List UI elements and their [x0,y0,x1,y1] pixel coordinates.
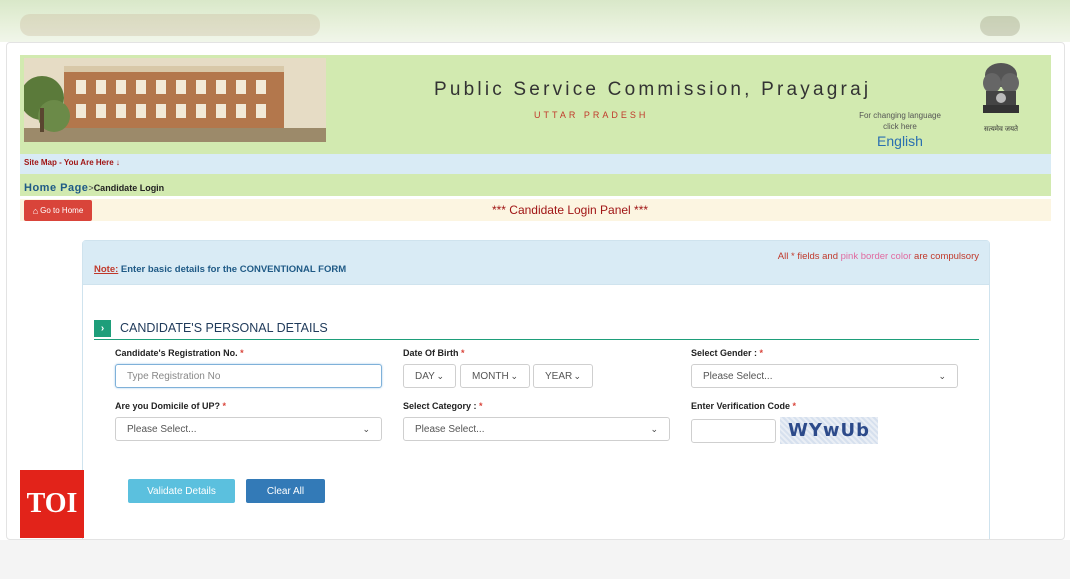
registration-label-text: Candidate's Registration No. [115,348,238,358]
required-mark: * [461,348,465,358]
login-panel-title: *** Candidate Login Panel *** [491,203,649,217]
domicile-label-text: Are you Domicile of UP? [115,401,221,411]
required-mark: * [792,401,797,411]
required-mark: * [222,401,227,411]
commission-title: Public Service Commission, Prayagraj [434,79,872,100]
language-note: For changing language click here [840,110,960,132]
candidate-form-card: All * fields and pink border color are c… [82,240,990,539]
domicile-value: Please Select... [127,423,197,435]
sitemap-bar[interactable]: Site Map - You Are Here ↓ [20,154,1051,174]
form-note: Note: Enter basic details for the CONVEN… [94,264,346,275]
go-home-button[interactable]: ⌂ Go to Home [24,200,92,221]
gender-value: Please Select... [703,370,773,382]
building-photo [24,58,326,142]
form-card-header: All * fields and pink border color are c… [83,241,989,285]
domicile-select[interactable]: Please Select... ⌄ [115,417,382,441]
personal-details-section: › CANDIDATE'S PERSONAL DETAILS [94,320,979,340]
compulsory-suffix: are compulsory [911,251,979,262]
chevron-down-icon: ⌄ [436,370,444,381]
blurred-shape [980,16,1020,36]
chevron-down-icon: ⌄ [650,423,658,434]
chevron-right-icon: › [94,320,111,337]
gender-label: Select Gender : * [691,348,763,358]
section-title: CANDIDATE'S PERSONAL DETAILS [120,321,328,335]
login-panel-bar: *** Candidate Login Panel *** ⌂ Go to Ho… [20,199,1051,221]
dob-day-value: DAY [415,370,435,382]
page-frame: Public Service Commission, Prayagraj UTT… [6,42,1065,540]
home-icon: ⌂ [32,205,39,216]
dob-label: Date Of Birth * [403,348,465,358]
dob-month-value: MONTH [472,370,509,382]
chevron-down-icon: ⌄ [938,370,946,381]
domicile-label: Are you Domicile of UP? * [115,401,226,411]
dob-year-value: YEAR [545,370,573,382]
category-select[interactable]: Please Select... ⌄ [403,417,670,441]
category-label: Select Category : * [403,401,483,411]
toi-watermark-logo: TOI [20,470,84,538]
clear-all-button[interactable]: Clear All [246,479,325,503]
verification-code-input[interactable] [691,419,776,443]
dob-year-select[interactable]: YEAR ⌄ [533,364,593,388]
chevron-down-icon: ⌄ [573,370,581,381]
language-note-line2: click here [883,122,917,131]
note-label: Note: [94,264,119,275]
validate-details-button[interactable]: Validate Details [128,479,235,503]
registration-label: Candidate's Registration No. * [115,348,244,358]
required-mark: * [240,348,244,358]
emblem-motto: सत्यमेव जयते [983,126,1019,133]
blurred-backdrop-top [0,0,1070,42]
captcha-image: WYwUb [780,417,878,444]
verification-label-text: Enter Verification Code [691,401,791,411]
category-label-text: Select Category : [403,401,477,411]
gender-select[interactable]: Please Select... ⌄ [691,364,958,388]
breadcrumb-home-link[interactable]: Home Page [24,182,88,194]
compulsory-prefix: All * fields and [777,251,841,262]
chevron-down-icon: ⌄ [510,370,518,381]
registration-placeholder: Type Registration No [127,370,221,382]
breadcrumb-current: Candidate Login [93,183,165,193]
language-switch-link[interactable]: English [840,133,960,149]
compulsory-pink: pink border color [840,251,912,262]
required-mark: * [479,401,483,411]
dob-day-select[interactable]: DAY ⌄ [403,364,456,388]
note-text: Enter basic details for the CONVENTIONAL… [118,264,347,275]
verification-label: Enter Verification Code * [691,401,796,411]
site-header: Public Service Commission, Prayagraj UTT… [20,55,1051,154]
chevron-down-icon: ⌄ [362,423,370,434]
blurred-shape [20,14,320,36]
breadcrumb: Home Page>Candidate Login [20,174,1051,196]
category-value: Please Select... [415,423,485,435]
required-mark: * [759,348,764,358]
compulsory-notice: All * fields and pink border color are c… [778,251,979,262]
state-subtitle: UTTAR PRADESH [534,110,649,120]
dob-month-select[interactable]: MONTH ⌄ [460,364,530,388]
gender-label-text: Select Gender : [691,348,758,358]
blurred-backdrop-bottom [0,540,1070,579]
go-home-label: Go to Home [40,206,84,215]
language-note-line1: For changing language [859,111,941,120]
dob-label-text: Date Of Birth [403,348,459,358]
registration-input[interactable]: Type Registration No [115,364,382,388]
